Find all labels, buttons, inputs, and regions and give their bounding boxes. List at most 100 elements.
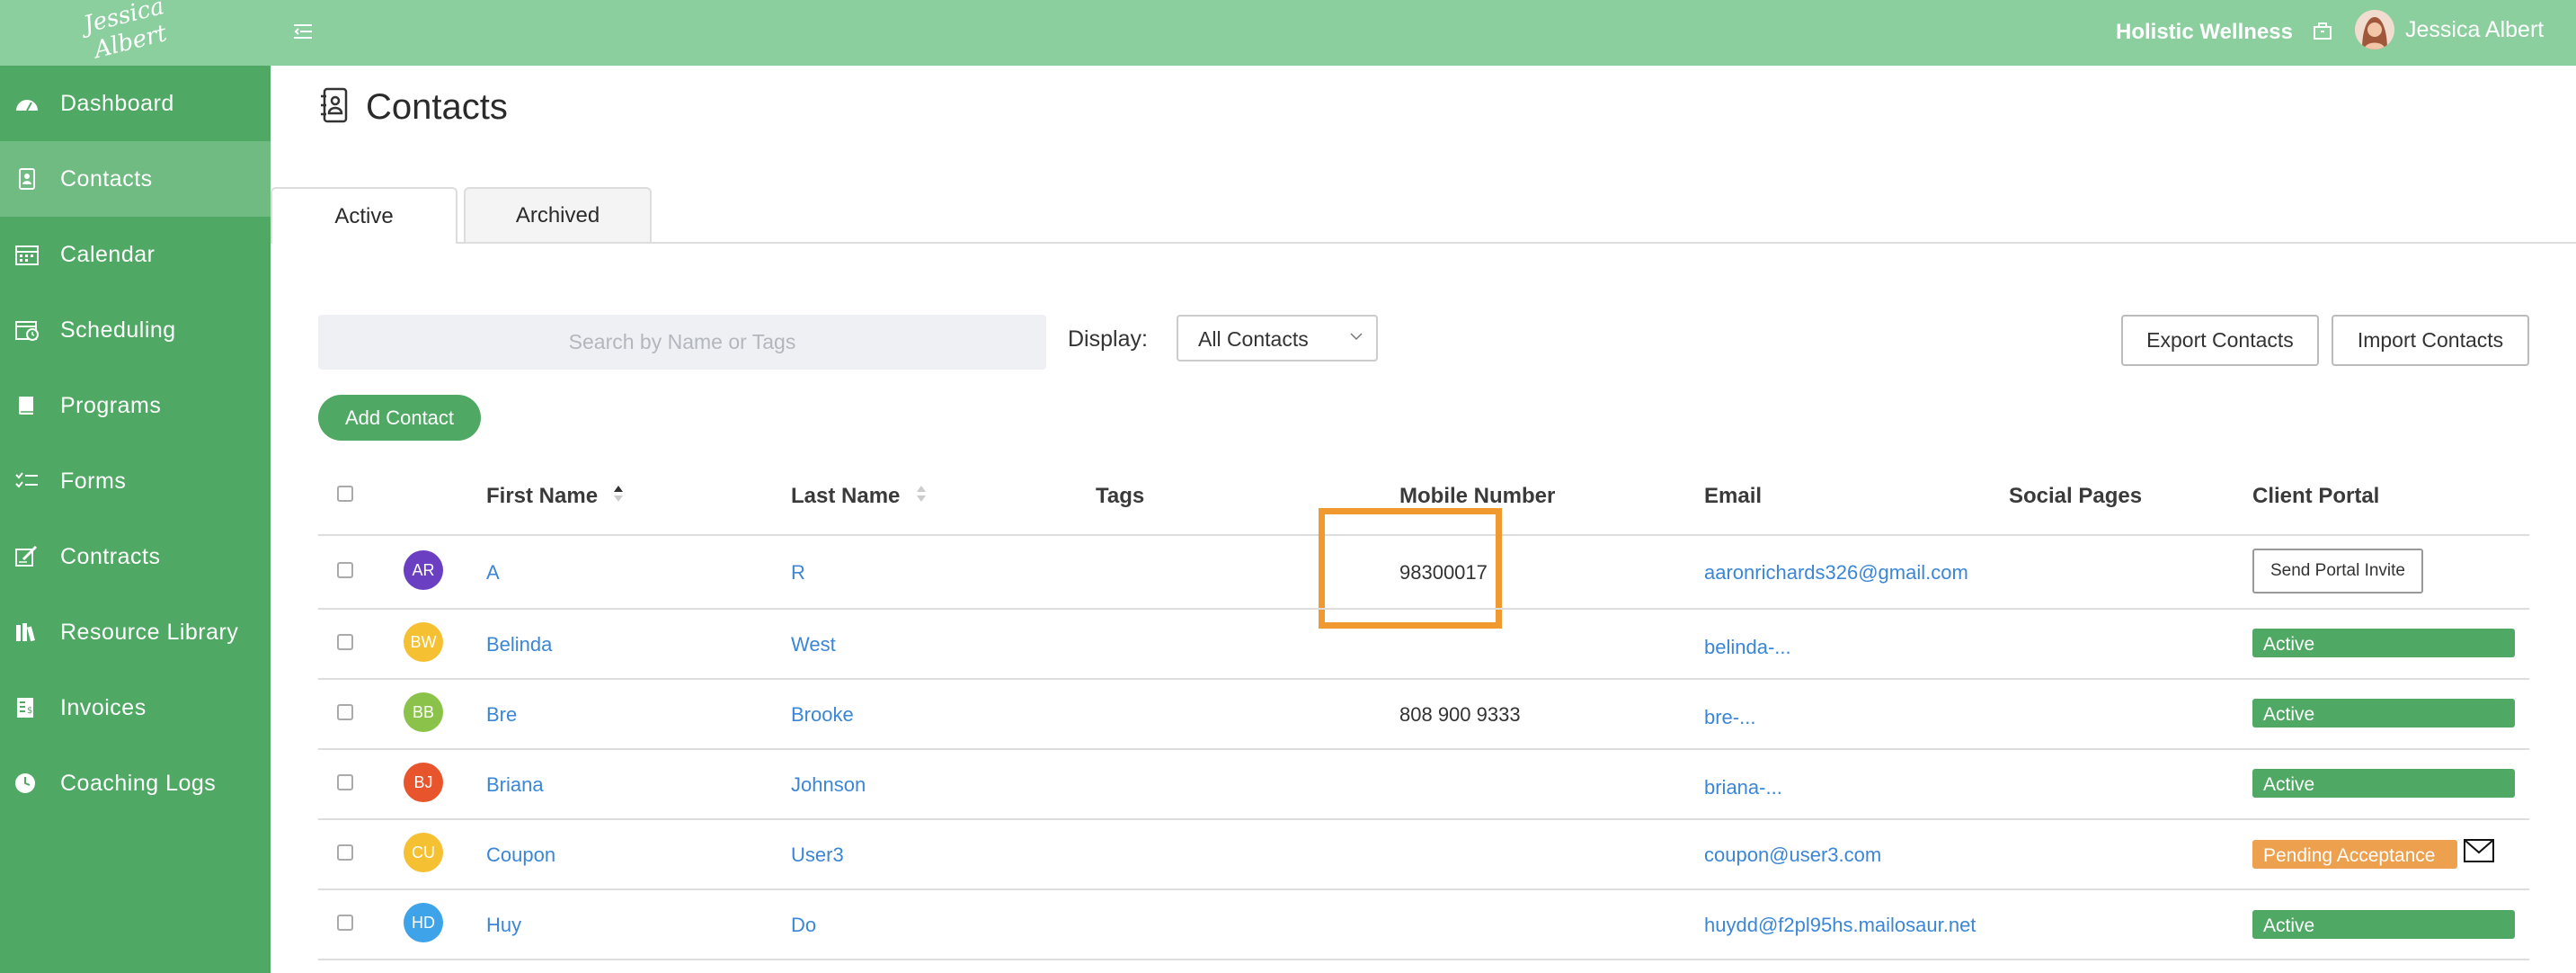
sidebar-item-resource-library[interactable]: Resource Library [0,594,271,670]
user-name[interactable]: Jessica Albert [2405,17,2544,43]
calendar-icon [15,245,39,265]
sidebar-item-label: Programs [60,393,162,418]
sort-ascending-icon[interactable] [612,483,625,504]
email-link[interactable]: bre-... [1704,706,1755,729]
column-header-last-name[interactable]: Last Name [791,484,900,509]
sidebar-item-scheduling[interactable]: Scheduling [0,292,271,368]
sort-icon[interactable] [915,483,928,504]
column-header-mobile-number[interactable]: Mobile Number [1399,484,1555,509]
column-header-social-pages[interactable]: Social Pages [2009,484,2142,509]
top-bar: Jessica Albert Holistic Wellness Jessica… [0,0,2576,66]
contacts-icon [19,168,35,190]
contact-avatar: BB [404,692,443,732]
brand-name[interactable]: Holistic Wellness [2116,20,2293,45]
sidebar-item-dashboard[interactable]: Dashboard [0,66,271,141]
contact-avatar: BJ [404,763,443,802]
menu-toggle-icon[interactable] [293,20,316,43]
checklist-icon [15,472,38,488]
last-name-link[interactable]: User3 [791,844,844,867]
sidebar-item-programs[interactable]: Programs [0,368,271,443]
sidebar-item-label: Calendar [60,242,155,267]
contact-avatar: HD [404,903,443,942]
last-name-link[interactable]: West [791,633,836,656]
column-header-client-portal[interactable]: Client Portal [2252,484,2379,509]
sidebar-item-label: Coaching Logs [60,771,217,796]
column-header-email[interactable]: Email [1704,484,1762,509]
send-portal-invite-button[interactable]: Send Portal Invite [2252,549,2423,594]
sidebar-item-label: Contacts [60,166,153,192]
briefcase-icon[interactable] [2312,21,2333,42]
page-title: Contacts [366,87,508,127]
last-name-link[interactable]: Brooke [791,703,854,727]
export-contacts-button[interactable]: Export Contacts [2121,315,2319,366]
last-name-link[interactable]: R [791,561,805,585]
dashboard-icon [16,100,38,112]
row-checkbox[interactable] [337,562,353,578]
row-divider [318,818,2529,820]
signature-icon [15,546,38,567]
row-divider [318,959,2529,960]
user-avatar[interactable] [2355,10,2394,49]
first-name-link[interactable]: A [486,561,500,585]
row-checkbox[interactable] [337,915,353,931]
last-name-link[interactable]: Do [791,914,816,937]
invoice-icon: $ [17,698,33,718]
mobile-number: 98300017 [1399,561,1488,584]
clock-icon [15,773,35,793]
sidebar-item-forms[interactable]: Forms [0,443,271,519]
row-divider [318,748,2529,750]
svg-text:$: $ [27,706,32,716]
email-link[interactable]: huydd@f2pl95hs.mailosaur.net [1704,914,1976,937]
contact-avatar: BW [404,622,443,662]
email-link[interactable]: aaronrichards326@gmail.com [1704,561,1968,585]
sidebar-item-label: Contracts [60,544,161,569]
import-contacts-button[interactable]: Import Contacts [2332,315,2529,366]
portal-status-badge[interactable]: Active [2252,769,2515,798]
row-checkbox[interactable] [337,774,353,790]
display-select-value: All Contacts [1198,327,1309,351]
row-checkbox[interactable] [337,704,353,720]
mobile-number: 808 900 9333 [1399,703,1521,726]
email-link[interactable]: briana-... [1704,776,1782,799]
envelope-icon[interactable] [2463,838,2495,863]
email-link[interactable]: coupon@user3.com [1704,844,1881,867]
sidebar-item-invoices[interactable]: $ Invoices [0,670,271,745]
tab-archived[interactable]: Archived [464,187,652,242]
email-link[interactable]: belinda-... [1704,636,1791,659]
display-select[interactable]: All Contacts [1177,315,1378,362]
column-header-tags[interactable]: Tags [1096,484,1144,509]
first-name-link[interactable]: Coupon [486,844,555,867]
portal-status-badge[interactable]: Active [2252,910,2515,939]
select-all-checkbox[interactable] [337,486,353,502]
column-header-first-name[interactable]: First Name [486,484,598,509]
first-name-link[interactable]: Belinda [486,633,552,656]
row-divider [318,678,2529,680]
first-name-link[interactable]: Briana [486,773,544,797]
table-header-divider [318,534,2529,536]
add-contact-button[interactable]: Add Contact [318,395,481,441]
contacts-book-icon [321,87,348,123]
sidebar-item-label: Invoices [60,695,147,720]
last-name-link[interactable]: Johnson [791,773,866,797]
row-checkbox[interactable] [337,634,353,650]
sidebar-item-contacts[interactable]: Contacts [0,141,271,217]
library-icon [16,623,35,642]
brand-logo[interactable]: Jessica Albert [79,0,177,72]
display-label: Display: [1068,326,1148,352]
first-name-link[interactable]: Bre [486,703,517,727]
tabs-divider [271,242,2576,244]
tab-active[interactable]: Active [271,187,457,244]
row-checkbox[interactable] [337,844,353,861]
portal-status-badge[interactable]: Active [2252,699,2515,728]
portal-status-badge[interactable]: Pending Acceptance [2252,840,2457,869]
contact-avatar: AR [404,550,443,590]
sidebar-item-calendar[interactable]: Calendar [0,217,271,292]
row-divider [318,608,2529,610]
sidebar-item-contracts[interactable]: Contracts [0,519,271,594]
sidebar-item-label: Forms [60,469,127,494]
sidebar-item-coaching-logs[interactable]: Coaching Logs [0,745,271,821]
search-input[interactable] [318,315,1046,370]
portal-status-badge[interactable]: Active [2252,629,2515,657]
first-name-link[interactable]: Huy [486,914,521,937]
sidebar-item-label: Scheduling [60,317,176,343]
